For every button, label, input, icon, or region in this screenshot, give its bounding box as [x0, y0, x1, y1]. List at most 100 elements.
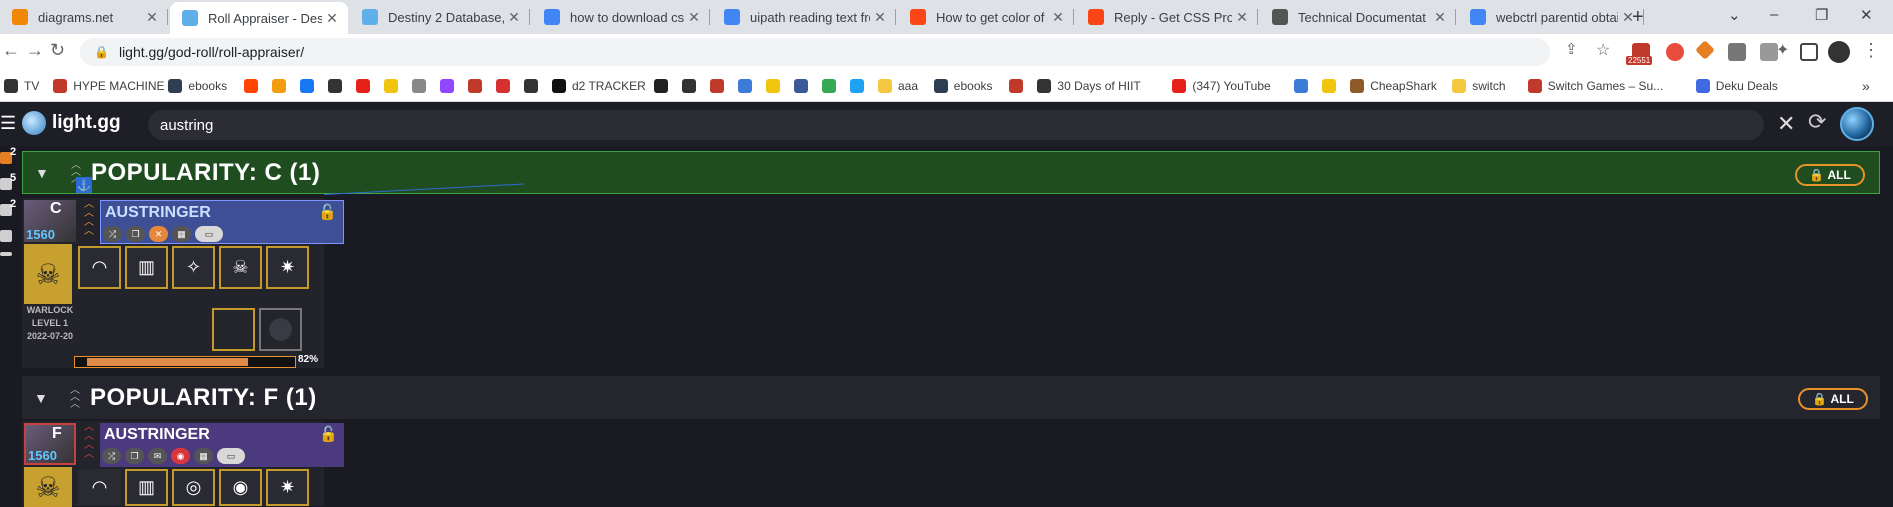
extensions-puzzle-icon[interactable]: ✦	[1776, 40, 1789, 60]
group-header-popularity-c[interactable]: ▼ ︿︿︿ POPULARITY: C (1) 🔒 ALL	[22, 151, 1880, 194]
target-perk-icon[interactable]: ◉	[219, 469, 262, 506]
new-tab-button[interactable]: +	[1632, 6, 1644, 29]
bookmark-item[interactable]	[850, 77, 870, 95]
bookmark-item[interactable]	[710, 77, 730, 95]
bookmark-item[interactable]: aaa	[878, 77, 918, 95]
bookmark-item[interactable]	[1294, 77, 1314, 95]
bookmark-item[interactable]: CheapShark	[1350, 77, 1437, 95]
forward-icon[interactable]: →	[26, 40, 44, 61]
sidepanel-icon[interactable]	[1800, 43, 1818, 61]
browser-tab[interactable]: Destiny 2 Database, G✕	[350, 0, 530, 34]
trait-perk-icon[interactable]: ◎	[172, 469, 215, 506]
lock-all-button[interactable]: 🔒 ALL	[1795, 164, 1865, 186]
magazine-perk-icon[interactable]: ▥	[125, 469, 168, 506]
browser-menu-icon[interactable]: ⋮	[1862, 40, 1880, 61]
collapse-caret-icon[interactable]: ▼	[35, 165, 55, 181]
weapon-thumbnail[interactable]: F 1560	[24, 423, 76, 465]
mod-slot-image[interactable]	[212, 308, 255, 351]
anchor-icon[interactable]: ⚓	[76, 177, 92, 193]
item-card[interactable]: C 1560 ︿ ︿ ︿ ︿ AUSTRINGER 🔓 ⤮ ❐ ✕ ▦ ▭ ☠ WAR…	[22, 198, 344, 368]
extension-camera-icon[interactable]	[1728, 43, 1746, 61]
refresh-icon[interactable]: ⟳	[1808, 109, 1826, 135]
tab-close-icon[interactable]: ✕	[870, 9, 890, 26]
bookmark-item[interactable]	[738, 77, 758, 95]
user-avatar[interactable]	[1840, 107, 1874, 141]
bookmark-item[interactable]: 30 Days of HIIT	[1037, 77, 1141, 95]
bookmark-star-icon[interactable]: ☆	[1596, 40, 1610, 60]
starburst-perk-icon[interactable]: ✷	[266, 246, 309, 289]
barrel-perk-icon[interactable]: ◠	[78, 246, 121, 289]
eye-icon[interactable]: ◉	[171, 448, 190, 464]
shuffle-icon[interactable]: ⤮	[102, 448, 121, 464]
lock-all-button[interactable]: 🔒 ALL	[1798, 388, 1868, 410]
bookmark-item[interactable]	[300, 77, 320, 95]
profile-avatar[interactable]	[1828, 41, 1850, 63]
bookmarks-overflow-icon[interactable]: »	[1862, 77, 1870, 95]
share-icon[interactable]: ⇪	[1565, 40, 1578, 58]
item-card[interactable]: F 1560 ︿ ︿ ︿ ︿ AUSTRINGER 🔓 ⤮ ❐ ✉ ◉ ▦ ▭ ☠ ◠…	[22, 421, 344, 507]
browser-tab[interactable]: webctrl parentid obtai ✕	[1458, 0, 1644, 34]
site-logo[interactable]: light.gg	[22, 111, 121, 135]
browser-tab[interactable]: Reply - Get CSS Prope✕	[1076, 0, 1258, 34]
bookmark-item[interactable]	[682, 77, 702, 95]
tab-close-icon[interactable]: ✕	[322, 10, 342, 27]
bookmark-item[interactable]: d2 TRACKER	[552, 77, 646, 95]
browser-tab[interactable]: uipath reading text fro ✕	[712, 0, 896, 34]
bookmark-item[interactable]	[412, 77, 432, 95]
bookmark-item[interactable]	[524, 77, 544, 95]
bookmark-item[interactable]	[654, 77, 674, 95]
bookmark-item[interactable]: Deku Deals	[1695, 77, 1778, 95]
reload-icon[interactable]: ↻	[50, 40, 65, 61]
browser-tab[interactable]: diagrams.net ✕	[0, 0, 168, 34]
bookmark-item[interactable]: TV	[4, 77, 39, 95]
bookmark-item[interactable]	[766, 77, 786, 95]
weapon-thumbnail[interactable]: C 1560	[24, 200, 76, 242]
bookmark-item[interactable]	[356, 77, 376, 95]
bookmark-item[interactable]	[468, 77, 488, 95]
trait-perk-icon[interactable]: ✧	[172, 246, 215, 289]
bookmark-item[interactable]	[496, 77, 516, 95]
shuffle-icon[interactable]: ⤮	[103, 226, 122, 242]
unlock-icon[interactable]: 🔓	[318, 203, 337, 221]
sidebar-list-icon[interactable]	[0, 252, 12, 256]
starburst-perk-icon[interactable]: ✷	[266, 469, 309, 506]
extension-shield-icon[interactable]	[1666, 43, 1684, 61]
bookmark-item[interactable]: ebooks	[168, 77, 227, 95]
bookmark-item[interactable]	[272, 77, 292, 95]
search-input[interactable]: austring	[148, 110, 1764, 140]
perk-grid-icon[interactable]: ▦	[194, 448, 213, 464]
back-icon[interactable]: ←	[2, 40, 20, 61]
address-bar[interactable]: 🔒 light.gg/god-roll/roll-appraiser/	[80, 38, 1550, 66]
barrel-perk-icon[interactable]: ◠	[78, 469, 121, 506]
copy-icon[interactable]: ❐	[126, 226, 145, 242]
browser-tab[interactable]: How to get color of el ✕	[898, 0, 1074, 34]
bookmark-item[interactable]	[822, 77, 842, 95]
browser-tab[interactable]: Technical Documentat ✕	[1260, 0, 1456, 34]
extension-diamond-icon[interactable]	[1695, 40, 1715, 60]
restore-icon[interactable]: ❐	[1815, 6, 1828, 24]
tab-close-icon[interactable]: ✕	[684, 9, 704, 26]
tab-close-icon[interactable]: ✕	[1232, 9, 1252, 26]
bookmark-item[interactable]: HYPE MACHINE	[53, 77, 165, 95]
bookmark-item[interactable]	[1009, 77, 1029, 95]
notes-icon[interactable]: ▭	[195, 226, 223, 242]
tab-close-icon[interactable]: ✕	[1430, 9, 1450, 26]
hamburger-menu-icon[interactable]: ☰	[0, 113, 16, 134]
mail-icon[interactable]: ✉	[148, 448, 167, 464]
bookmark-item[interactable]	[384, 77, 404, 95]
skull-perk-icon[interactable]: ☠	[219, 246, 262, 289]
magazine-perk-icon[interactable]: ▥	[125, 246, 168, 289]
copy-icon[interactable]: ❐	[125, 448, 144, 464]
sidebar-loadout-icon[interactable]	[0, 230, 12, 242]
empty-mod-slot[interactable]	[259, 308, 302, 351]
bookmark-item[interactable]: (347) YouTube	[1172, 77, 1271, 95]
close-window-icon[interactable]: ✕	[1860, 6, 1873, 24]
bookmark-item[interactable]: Switch Games – Su...	[1527, 77, 1663, 95]
collapse-caret-icon[interactable]: ▼	[34, 390, 54, 406]
minimize-icon[interactable]: –	[1770, 6, 1778, 23]
browser-tab[interactable]: how to download css f✕	[532, 0, 710, 34]
bookmark-item[interactable]	[244, 77, 264, 95]
unlock-icon[interactable]: 🔓	[319, 425, 338, 443]
perk-grid-icon[interactable]: ▦	[172, 226, 191, 242]
clear-search-icon[interactable]: ✕	[1777, 111, 1795, 137]
